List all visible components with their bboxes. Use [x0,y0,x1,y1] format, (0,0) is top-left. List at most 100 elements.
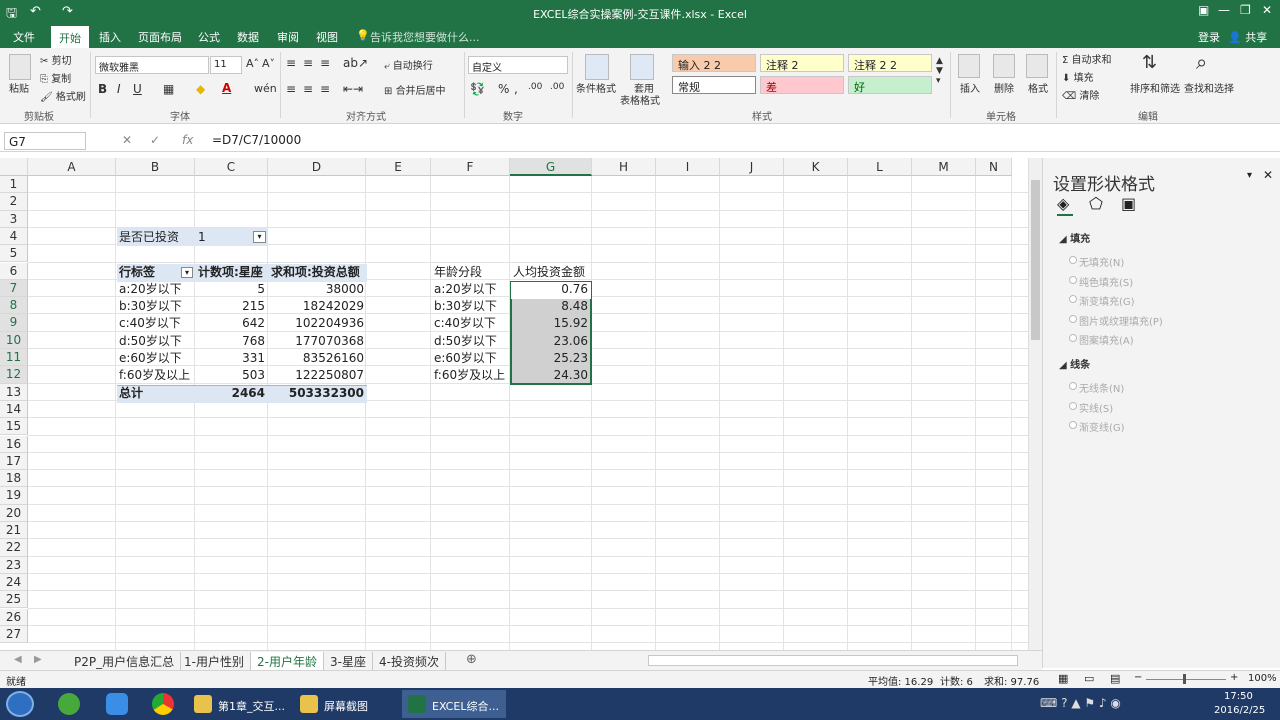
tab-insert[interactable]: 插入 [99,29,121,45]
zoom-slider[interactable] [1146,679,1226,680]
column-header-m[interactable]: M [912,158,976,176]
align-bottom-icon[interactable]: ≡ [320,56,330,70]
cancel-icon[interactable]: ✕ [122,133,132,147]
row-header-4[interactable]: 4 [0,227,28,246]
orientation-icon[interactable]: ab↗ [343,56,368,70]
increase-decimal-icon[interactable]: .00 [528,82,542,92]
pane-option[interactable]: 无线条(N) [1079,380,1124,395]
sheet-tab-constellation[interactable]: 3-星座 [324,652,373,671]
pane-option[interactable]: 渐变线(G) [1079,419,1125,434]
column-header-f[interactable]: F [431,158,510,176]
grow-font-icon[interactable]: A˄ [246,57,259,70]
tab-page-layout[interactable]: 页面布局 [138,29,182,45]
row-header-7[interactable]: 7 [0,279,28,298]
line-section-header[interactable]: ◢ 线条 [1059,356,1090,371]
align-center-icon[interactable]: ≡ [303,82,313,96]
indent-icon[interactable]: ⇤⇥ [343,82,363,96]
insert-function-icon[interactable]: fx [182,133,193,147]
row-header-26[interactable]: 26 [0,608,28,626]
style-input-2-2[interactable]: 输入 2 2 [672,54,756,72]
row-header-20[interactable]: 20 [0,504,28,522]
tab-data[interactable]: 数据 [237,29,259,45]
taskbar-folder-1[interactable]: 第1章_交互... [188,690,292,718]
pane-option[interactable]: 纯色填充(S) [1079,274,1133,289]
row-header-5[interactable]: 5 [0,245,28,263]
chrome-icon[interactable] [152,693,174,715]
radio-icon[interactable] [1069,256,1077,264]
find-select-icon[interactable]: ⌕ [1196,50,1207,74]
style-good[interactable]: 好 [848,76,932,94]
zoom-out-icon[interactable]: − [1134,672,1142,683]
pane-option[interactable]: 图片或纹理填充(P) [1079,313,1163,328]
pane-close-icon[interactable]: ✕ [1263,168,1273,182]
column-header-g[interactable]: G [510,158,592,176]
font-color-icon[interactable]: A [222,81,231,95]
page-break-view-icon[interactable]: ▤ [1110,672,1120,685]
pivot-row-label[interactable]: c:40岁以下 [117,315,183,332]
normal-view-icon[interactable]: ▦ [1058,672,1068,685]
row-header-27[interactable]: 27 [0,625,28,644]
table-format-label-2[interactable]: 表格格式 [620,92,660,107]
pane-option[interactable]: 实线(S) [1079,400,1113,415]
column-header-l[interactable]: L [848,158,912,176]
radio-icon[interactable] [1069,421,1077,429]
comma-icon[interactable]: , [514,82,518,96]
style-bad[interactable]: 差 [760,76,844,94]
minimize-icon[interactable]: — [1218,3,1230,17]
tell-me-input[interactable]: 告诉我您想要做什么... [370,29,480,45]
row-header-12[interactable]: 12 [0,366,28,384]
sheet-tab-frequency[interactable]: 4-投资频次 [373,652,446,671]
wrap-text-button[interactable]: ⤶ 自动换行 [384,57,433,72]
row-header-17[interactable]: 17 [0,452,28,471]
italic-icon[interactable]: I [117,82,121,96]
paste-icon[interactable] [9,54,31,80]
pivot-row-count[interactable]: 642 [196,315,267,332]
row-header-10[interactable]: 10 [0,331,28,349]
age-segment-cell[interactable]: c:40岁以下 [432,315,498,332]
radio-icon[interactable] [1069,382,1077,390]
avg-investment-cell[interactable]: 25.23 [511,350,590,367]
phonetic-icon[interactable]: wén [254,82,277,95]
zoom-in-icon[interactable]: + [1230,672,1238,683]
row-header-3[interactable]: 3 [0,210,28,228]
align-right-icon[interactable]: ≡ [320,82,330,96]
taskbar-folder-2[interactable]: 屏幕截图 [294,690,398,718]
table-format-icon[interactable] [630,54,654,80]
name-box[interactable]: G7 [4,132,86,150]
merge-center-button[interactable]: ⊞ 合并后居中 [384,82,446,97]
select-all-corner[interactable] [0,158,28,176]
format-cells-button[interactable]: 格式 [1028,80,1048,95]
filter-value[interactable]: 1 [196,229,208,246]
start-button-icon[interactable] [6,691,34,717]
radio-icon[interactable] [1069,295,1077,303]
fill-line-icon[interactable]: ◈ [1057,194,1069,213]
tab-home[interactable]: 开始 [51,26,89,48]
avg-investment-cell[interactable]: 15.92 [511,315,590,332]
age-segment-cell[interactable]: b:30岁以下 [432,298,499,315]
bold-icon[interactable]: B [98,82,107,96]
row-header-13[interactable]: 13 [0,383,28,401]
row-header-21[interactable]: 21 [0,522,28,540]
pivot-row-count[interactable]: 5 [196,281,267,298]
formula-input[interactable]: =D7/C7/10000 [212,133,301,147]
app-icon-blue[interactable] [106,693,128,715]
clear-button[interactable]: ⌫ 清除 [1062,87,1099,102]
radio-icon[interactable] [1069,334,1077,342]
pivot-row-sum[interactable]: 38000 [269,281,366,298]
pivot-row-sum[interactable]: 83526160 [269,350,366,367]
row-header-23[interactable]: 23 [0,556,28,574]
avg-investment-cell[interactable]: 23.06 [511,333,590,350]
insert-cells-button[interactable]: 插入 [960,80,980,95]
styles-scroll-icon[interactable]: ▲ ▼ ▾ [936,56,943,86]
row-label-dropdown-icon[interactable]: ▾ [181,267,193,278]
style-note-2[interactable]: 注释 2 [760,54,844,72]
insert-cells-icon[interactable] [958,54,980,78]
column-header-i[interactable]: I [656,158,720,176]
vertical-scroll-thumb[interactable] [1031,180,1040,340]
number-format-select[interactable]: 自定义 [468,56,568,74]
row-header-14[interactable]: 14 [0,400,28,419]
cut-button[interactable]: ✂ 剪切 [40,52,72,67]
align-top-icon[interactable]: ≡ [286,56,296,70]
font-name-select[interactable]: 微软雅黑 [95,56,209,74]
row-header-18[interactable]: 18 [0,470,28,488]
